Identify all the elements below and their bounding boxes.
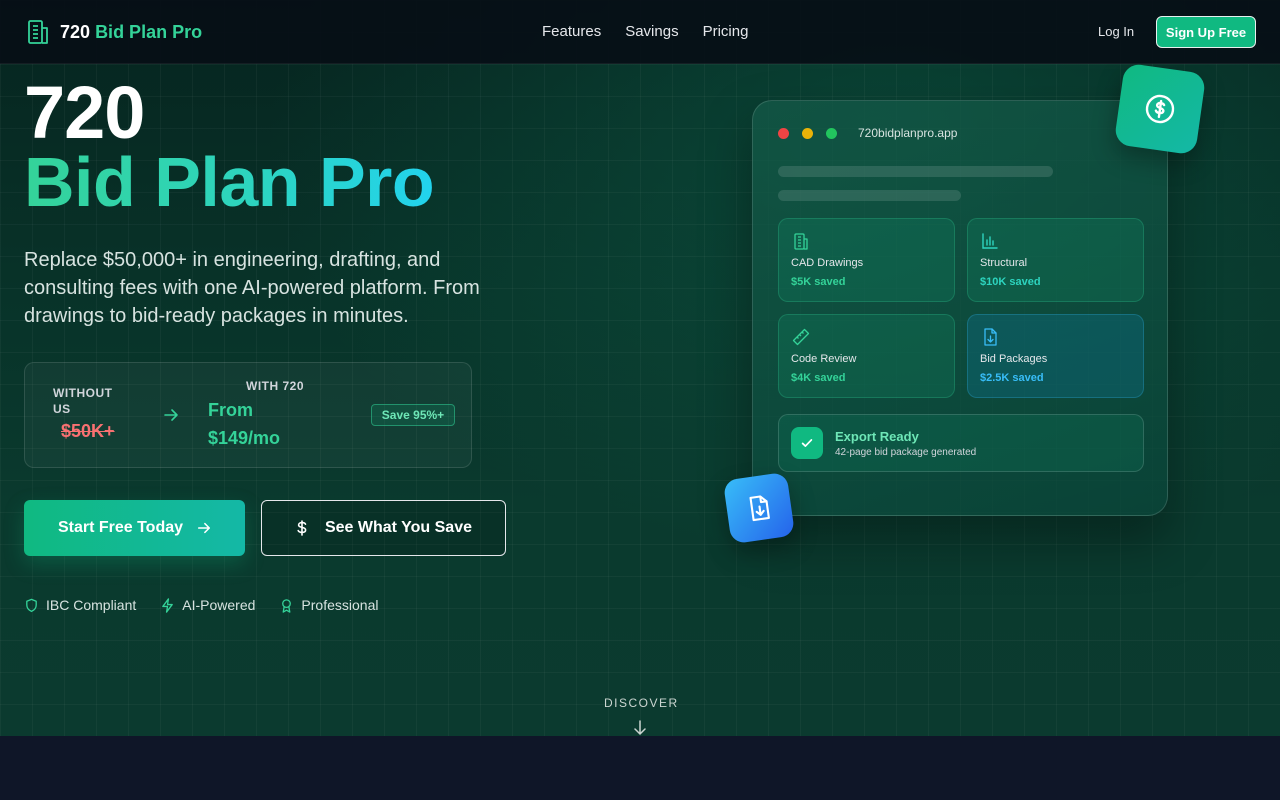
savings-badge: Save 95%+ [371,404,455,426]
tile-title: Code Review [791,353,857,365]
skeleton-line [778,166,1053,177]
tile-code-review: Code Review $4K saved [778,314,955,398]
next-section [0,736,1280,800]
nav-links: Features Savings Pricing [542,23,748,40]
dollar-icon [297,520,307,536]
tile-value: $10K saved [980,276,1041,288]
bar-chart-icon [982,233,998,249]
mockup-url: 720bidplanpro.app [858,126,958,140]
trust-label: IBC Compliant [46,597,137,613]
export-title: Export Ready [835,429,919,444]
arrow-right-icon [197,522,211,534]
tile-value: $5K saved [791,276,846,288]
hero-subtitle: Replace $50,000+ in engineering, draftin… [24,249,480,327]
trust-item-ai: AI-Powered [160,597,255,613]
nav-link-savings[interactable]: Savings [625,23,678,40]
dollar-circle-icon [1113,62,1207,156]
tile-value: $4K saved [791,372,846,384]
export-ready-card: Export Ready 42-page bid package generat… [778,414,1144,472]
tile-structural: Structural $10K saved [967,218,1144,302]
window-close-dot [778,128,789,139]
login-link[interactable]: Log In [1098,24,1134,39]
export-subtitle: 42-page bid package generated [835,447,977,458]
app-mockup: 720bidplanpro.app CAD Drawings $5K saved… [752,100,1168,516]
tile-title: CAD Drawings [791,257,864,269]
start-free-label: Start Free Today [57,519,184,536]
start-free-button[interactable]: Start Free Today [24,500,245,556]
hero-title-name: Bid Plan Pro [24,143,435,221]
tile-bid-packages: Bid Packages $2.5K saved [967,314,1144,398]
nav-link-pricing[interactable]: Pricing [703,23,749,40]
with-value: From $149/mo [208,400,281,448]
hero-section: 720 Bid Plan Pro Replace $50,000+ in eng… [0,0,1280,736]
skeleton-line [778,190,961,201]
tile-value: $2.5K saved [980,372,1044,384]
brand-number: 720 [60,21,91,42]
brand-product: Bid Plan Pro [95,21,203,42]
see-savings-button[interactable]: See What You Save [261,500,506,556]
lightning-icon [162,597,174,613]
with-label: WITH 720 [246,379,305,393]
building-icon [794,233,808,250]
see-savings-label: See What You Save [324,519,472,536]
ruler-icon [792,328,810,346]
trust-item-ibc: IBC Compliant [24,597,136,613]
check-icon [791,427,823,459]
tile-title: Structural [980,257,1028,269]
price-comparison-card: WITHOUT US $50K+ WITH 720 From $149/mo S… [24,362,472,468]
document-download-icon [722,471,796,545]
tile-title: Bid Packages [980,353,1048,365]
without-value: $50K+ [61,421,115,441]
window-maximize-dot [826,128,837,139]
trust-item-professional: Professional [279,597,378,613]
arrow-down-icon[interactable] [632,720,648,736]
without-label: WITHOUT US [53,386,113,416]
building-icon [28,20,48,44]
shield-icon [26,598,37,612]
top-navbar: 720 Bid Plan Pro Features Savings Pricin… [0,0,1280,64]
brand-name: 720 Bid Plan Pro [60,22,202,43]
window-minimize-dot [802,128,813,139]
nav-link-features[interactable]: Features [542,23,601,40]
trust-label: Professional [301,597,379,613]
file-download-icon [984,328,997,346]
signup-button[interactable]: Sign Up Free [1156,16,1256,48]
tile-cad-drawings: CAD Drawings $5K saved [778,218,955,302]
trust-label: AI-Powered [182,597,256,613]
brand-logo[interactable]: 720 Bid Plan Pro [24,18,202,46]
award-icon [282,598,292,613]
trust-badges: IBC Compliant AI-Powered Professional [24,597,378,613]
discover-label[interactable]: DISCOVER [604,696,679,710]
arrow-right-icon [164,409,178,421]
